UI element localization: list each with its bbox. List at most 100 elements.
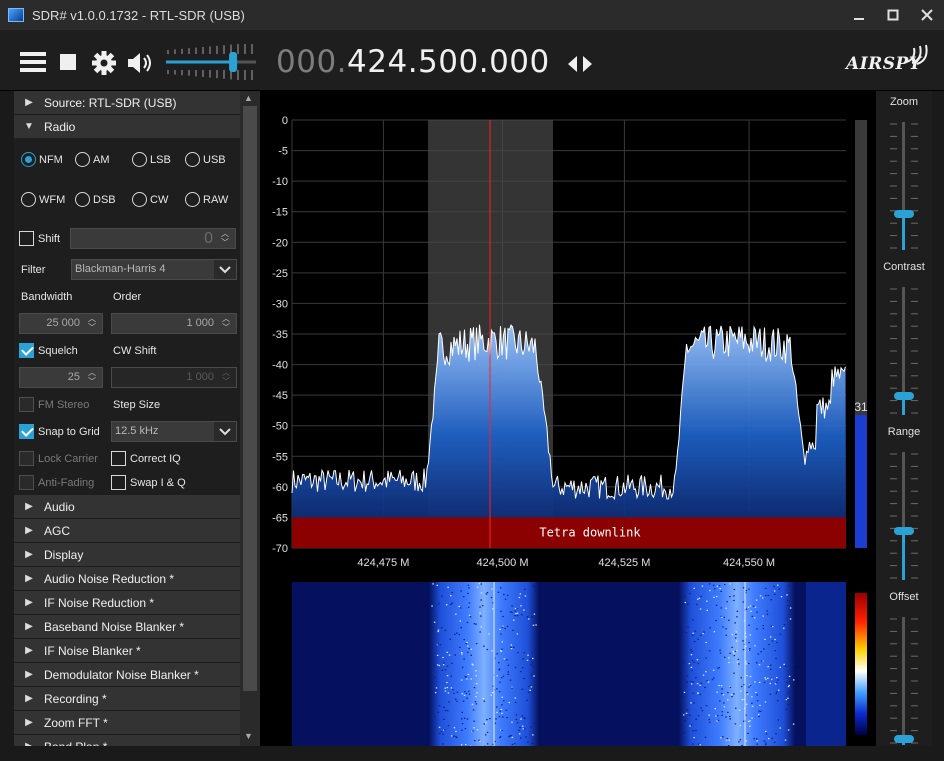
radio-dot[interactable] <box>75 152 90 167</box>
section-recording[interactable]: ▶ Recording * <box>14 687 240 710</box>
waterfall-speckle <box>787 703 790 705</box>
waterfall-speckle <box>468 587 470 589</box>
stop-icon[interactable] <box>59 50 79 74</box>
anti-fading-checkbox[interactable]: Anti-Fading <box>19 475 94 490</box>
spin-icon[interactable]: ︿ ﹀ <box>219 314 233 333</box>
frequency-display[interactable]: 000.424.500.000 <box>276 44 550 80</box>
section-audio[interactable]: ▶ Audio <box>14 495 240 518</box>
section-agc[interactable]: ▶ AGC <box>14 519 240 542</box>
offset-slider[interactable] <box>902 617 905 745</box>
shift-input[interactable]: 0 ︿ ﹀ <box>70 228 236 249</box>
section-audio-noise-reduction[interactable]: ▶ Audio Noise Reduction * <box>14 567 240 590</box>
step-size-value[interactable]: 12.5 kHz <box>115 425 158 437</box>
checkbox-box[interactable] <box>111 475 126 490</box>
squelch-value[interactable]: 25 <box>68 371 80 383</box>
waterfall-speckle <box>476 692 478 694</box>
mode-radio-cw[interactable]: CW <box>132 192 168 207</box>
cw-shift-input[interactable]: 1 000 ︿ ﹀ <box>111 367 237 388</box>
radio-dot[interactable] <box>132 192 147 207</box>
section-zoom-fft[interactable]: ▶ Zoom FFT * <box>14 711 240 734</box>
waterfall-speckle <box>690 702 692 704</box>
radio-dot[interactable] <box>21 152 36 167</box>
checkbox-box[interactable] <box>19 397 34 412</box>
bandwidth-value[interactable]: 25 000 <box>46 317 80 329</box>
radio-dot[interactable] <box>185 152 200 167</box>
checkbox-box[interactable] <box>19 451 34 466</box>
mode-radio-lsb[interactable]: LSB <box>132 152 171 167</box>
section-band-plan[interactable]: ▶Band Plan * <box>14 735 240 746</box>
squelch-input[interactable]: 25 ︿ ﹀ <box>19 367 103 388</box>
order-input[interactable]: 1 000 ︿ ﹀ <box>111 313 237 334</box>
shift-value[interactable]: 0 <box>204 230 213 247</box>
close-button[interactable] <box>910 0 944 30</box>
mode-radio-raw[interactable]: RAW <box>185 192 228 207</box>
waterfall-speckle <box>699 608 702 610</box>
maximize-button[interactable] <box>876 0 910 30</box>
tune-arrows-icon[interactable] <box>566 54 594 74</box>
spin-icon[interactable]: ︿ ﹀ <box>219 368 233 387</box>
swap-iq-checkbox[interactable]: Swap I & Q <box>111 475 186 490</box>
fm-stereo-checkbox[interactable]: FM Stereo <box>19 397 89 412</box>
lock-carrier-checkbox[interactable]: Lock Carrier <box>19 451 98 466</box>
waterfall-speckle <box>450 735 453 737</box>
scrollbar-thumb[interactable] <box>243 106 257 691</box>
step-size-select[interactable]: 12.5 kHz <box>111 421 237 442</box>
checkbox-box[interactable] <box>19 343 34 358</box>
section-demodulator-noise-blanker[interactable]: ▶ Demodulator Noise Blanker * <box>14 663 240 686</box>
spin-icon[interactable]: ︿ ﹀ <box>85 368 99 387</box>
zoom-slider[interactable] <box>902 122 905 250</box>
filter-value[interactable]: Blackman-Harris 4 <box>75 263 165 275</box>
waterfall-speckle <box>757 653 760 655</box>
waterfall-speckle <box>501 696 503 698</box>
zoom-slider-thumb[interactable] <box>894 210 914 219</box>
correct-iq-checkbox[interactable]: Correct IQ <box>111 451 181 466</box>
waterfall-speckle <box>786 594 788 596</box>
contrast-slider-thumb[interactable] <box>894 391 914 400</box>
panel-scrollbar[interactable]: ▲ ▼ <box>240 91 260 746</box>
filter-select[interactable]: Blackman-Harris 4 <box>71 259 237 280</box>
section-baseband-noise-blanker[interactable]: ▶ Baseband Noise Blanker * <box>14 615 240 638</box>
mode-radio-usb[interactable]: USB <box>185 152 226 167</box>
order-value[interactable]: 1 000 <box>186 317 214 329</box>
checkbox-box[interactable] <box>19 424 34 439</box>
radio-dot[interactable] <box>21 192 36 207</box>
checkbox-box[interactable] <box>19 475 34 490</box>
section-if-noise-reduction[interactable]: ▶ IF Noise Reduction * <box>14 591 240 614</box>
waterfall-display[interactable] <box>261 582 875 746</box>
frequency-digits[interactable]: 424.500.000 <box>347 44 550 80</box>
spin-icon[interactable]: ︿ ﹀ <box>218 229 232 248</box>
squelch-checkbox[interactable]: Squelch <box>19 343 78 358</box>
minimize-button[interactable] <box>842 0 876 30</box>
spectrum-analyzer[interactable]: 0 -5 -10 -15 -20 -25 -30 -35 -40 -45 -50 -55 -60 -65 -… <box>261 91 875 577</box>
dropdown-icon[interactable] <box>214 422 236 441</box>
dropdown-icon[interactable] <box>214 260 236 279</box>
mode-radio-nfm[interactable]: NFM <box>21 152 63 167</box>
section-source[interactable]: ▶ Source: RTL-SDR (USB) <box>14 91 240 114</box>
shift-checkbox[interactable]: Shift <box>19 231 60 246</box>
cw-shift-value[interactable]: 1 000 <box>186 371 214 383</box>
range-slider-thumb[interactable] <box>894 527 914 536</box>
section-display[interactable]: ▶ Display <box>14 543 240 566</box>
section-radio[interactable]: ▼ Radio <box>14 115 240 138</box>
mode-radio-wfm[interactable]: WFM <box>21 192 65 207</box>
frequency-dim-digits[interactable]: 000. <box>276 44 347 80</box>
offset-slider-thumb[interactable] <box>894 734 914 743</box>
checkbox-box[interactable] <box>19 231 34 246</box>
section-if-noise-blanker[interactable]: ▶ IF Noise Blanker * <box>14 639 240 662</box>
speaker-icon[interactable] <box>127 50 155 76</box>
range-slider[interactable] <box>902 452 905 580</box>
bandwidth-input[interactable]: 25 000 ︿ ﹀ <box>19 313 103 334</box>
scroll-up-icon[interactable]: ▲ <box>244 93 253 103</box>
mode-radio-am[interactable]: AM <box>75 152 110 167</box>
mode-radio-dsb[interactable]: DSB <box>75 192 116 207</box>
menu-icon[interactable] <box>20 50 46 74</box>
spin-icon[interactable]: ︿ ﹀ <box>85 314 99 333</box>
snap-to-grid-checkbox[interactable]: Snap to Grid <box>19 424 100 439</box>
volume-slider[interactable] <box>164 44 258 80</box>
scroll-down-icon[interactable]: ▼ <box>244 731 253 741</box>
radio-dot[interactable] <box>185 192 200 207</box>
radio-dot[interactable] <box>75 192 90 207</box>
checkbox-box[interactable] <box>111 451 126 466</box>
gear-icon[interactable] <box>91 50 117 76</box>
radio-dot[interactable] <box>132 152 147 167</box>
